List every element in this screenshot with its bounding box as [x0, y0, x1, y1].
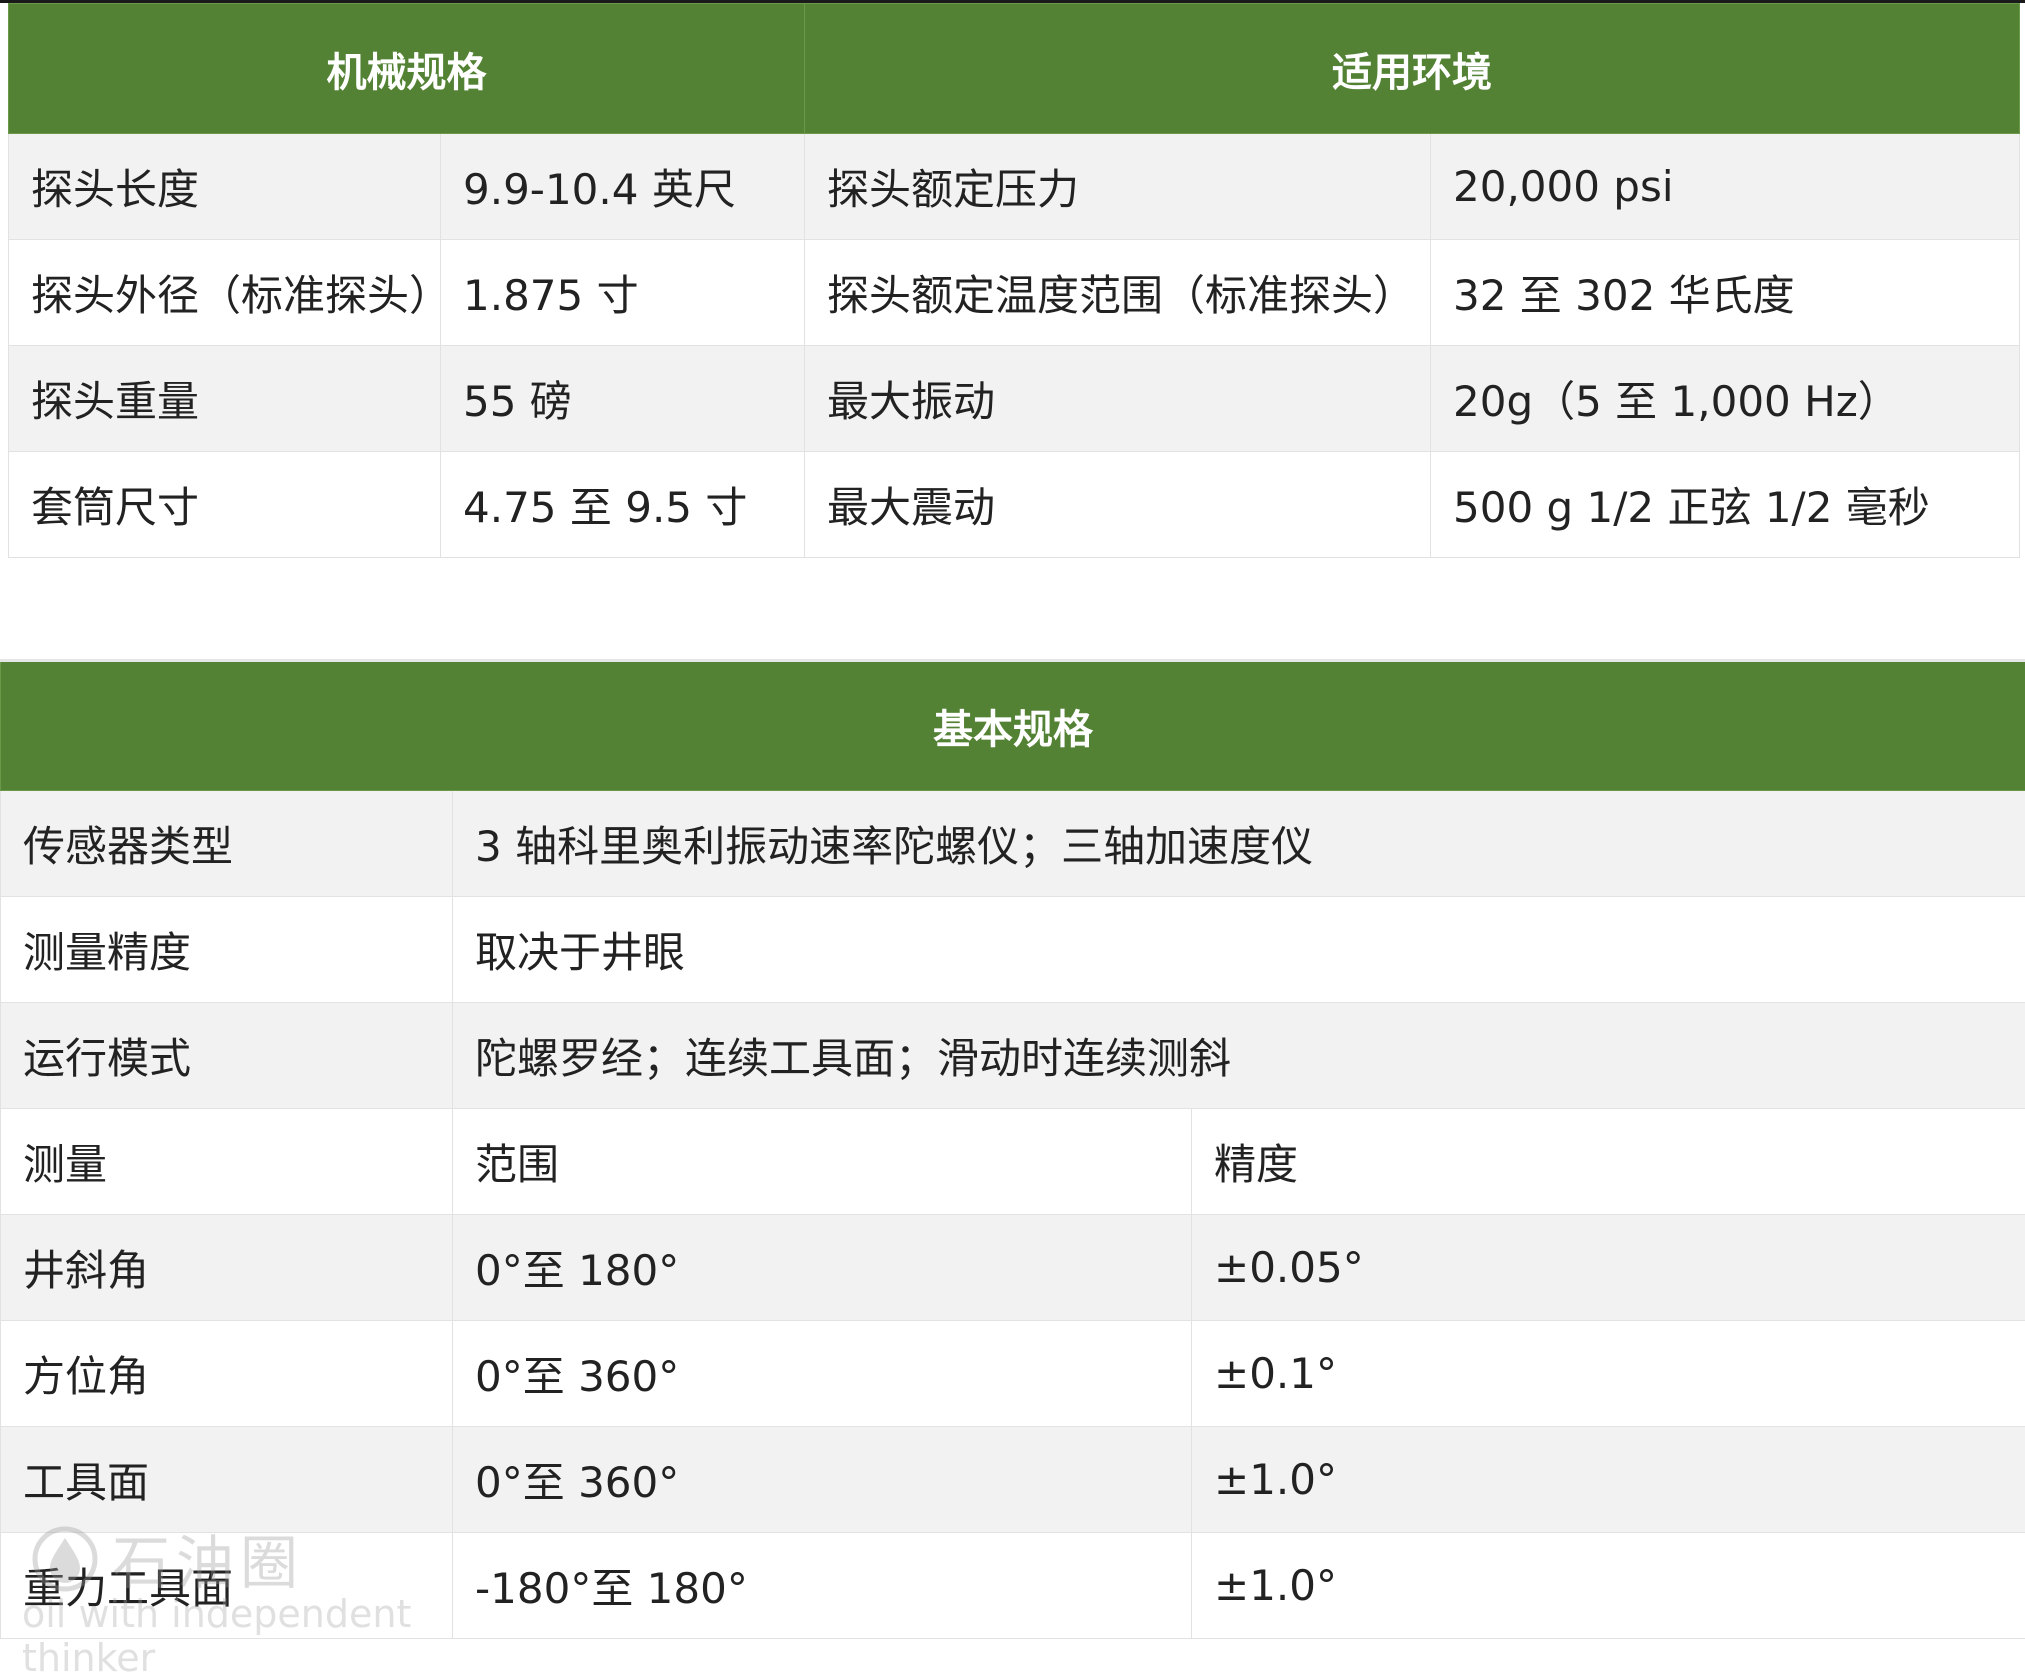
spec-value: 4.75 至 9.5 寸 — [441, 452, 805, 558]
mechanical-spec-table: 机械规格 适用环境 探头长度 9.9-10.4 英尺 探头额定压力 20,000… — [8, 3, 2020, 558]
spec-label: 套筒尺寸 — [9, 452, 441, 558]
table-row: 工具面 0°至 360° ±1.0° — [1, 1427, 2025, 1533]
basic-spec-header: 基本规格 — [1, 661, 2025, 791]
measure-range: 0°至 180° — [453, 1215, 1192, 1321]
table-row: 套筒尺寸 4.75 至 9.5 寸 最大震动 500 g 1/2 正弦 1/2 … — [9, 452, 2020, 558]
environment-header: 适用环境 — [805, 4, 2020, 134]
measure-column-header: 测量 — [1, 1109, 453, 1215]
measure-accuracy: ±0.05° — [1192, 1215, 2025, 1321]
table-row: 重力工具面 -180°至 180° ±1.0° — [1, 1533, 2025, 1639]
spec-value: 32 至 302 华氏度 — [1431, 240, 2020, 346]
accuracy-column-header: 精度 — [1192, 1109, 2025, 1215]
spec-label: 运行模式 — [1, 1003, 453, 1109]
table-row: 方位角 0°至 360° ±0.1° — [1, 1321, 2025, 1427]
measure-name: 方位角 — [1, 1321, 453, 1427]
measure-name: 重力工具面 — [1, 1533, 453, 1639]
basic-spec-table: 基本规格 传感器类型 3 轴科里奥利振动速率陀螺仪；三轴加速度仪 测量精度 取决… — [0, 659, 2025, 1639]
measure-accuracy: ±1.0° — [1192, 1533, 2025, 1639]
spec-value: 20g（5 至 1,000 Hz） — [1431, 346, 2020, 452]
table-row: 测量精度 取决于井眼 — [1, 897, 2025, 1003]
spec-label: 最大振动 — [805, 346, 1431, 452]
spec-label: 传感器类型 — [1, 791, 453, 897]
range-column-header: 范围 — [453, 1109, 1192, 1215]
spec-value: 9.9-10.4 英尺 — [441, 134, 805, 240]
spec-value: 500 g 1/2 正弦 1/2 毫秒 — [1431, 452, 2020, 558]
table-row: 探头长度 9.9-10.4 英尺 探头额定压力 20,000 psi — [9, 134, 2020, 240]
measure-accuracy: ±1.0° — [1192, 1427, 2025, 1533]
spec-label: 探头重量 — [9, 346, 441, 452]
spec-value: 55 磅 — [441, 346, 805, 452]
spec-value: 取决于井眼 — [453, 897, 2025, 1003]
spec-label: 探头额定压力 — [805, 134, 1431, 240]
measure-range: 0°至 360° — [453, 1321, 1192, 1427]
spec-value: 1.875 寸 — [441, 240, 805, 346]
spec-label: 测量精度 — [1, 897, 453, 1003]
measure-header-row: 测量 范围 精度 — [1, 1109, 2025, 1215]
mechanical-spec-header: 机械规格 — [9, 4, 805, 134]
spec-label: 探头长度 — [9, 134, 441, 240]
measure-name: 井斜角 — [1, 1215, 453, 1321]
table-row: 探头重量 55 磅 最大振动 20g（5 至 1,000 Hz） — [9, 346, 2020, 452]
spec-label: 最大震动 — [805, 452, 1431, 558]
spec-value: 3 轴科里奥利振动速率陀螺仪；三轴加速度仪 — [453, 791, 2025, 897]
table-row: 井斜角 0°至 180° ±0.05° — [1, 1215, 2025, 1321]
spec-value: 陀螺罗经；连续工具面；滑动时连续测斜 — [453, 1003, 2025, 1109]
table-row: 探头外径（标准探头） 1.875 寸 探头额定温度范围（标准探头） 32 至 3… — [9, 240, 2020, 346]
table-row: 运行模式 陀螺罗经；连续工具面；滑动时连续测斜 — [1, 1003, 2025, 1109]
measure-range: -180°至 180° — [453, 1533, 1192, 1639]
measure-name: 工具面 — [1, 1427, 453, 1533]
spec-label: 探头额定温度范围（标准探头） — [805, 240, 1431, 346]
spec-value: 20,000 psi — [1431, 134, 2020, 240]
measure-range: 0°至 360° — [453, 1427, 1192, 1533]
measure-accuracy: ±0.1° — [1192, 1321, 2025, 1427]
table-row: 传感器类型 3 轴科里奥利振动速率陀螺仪；三轴加速度仪 — [1, 791, 2025, 897]
spec-label: 探头外径（标准探头） — [9, 240, 441, 346]
